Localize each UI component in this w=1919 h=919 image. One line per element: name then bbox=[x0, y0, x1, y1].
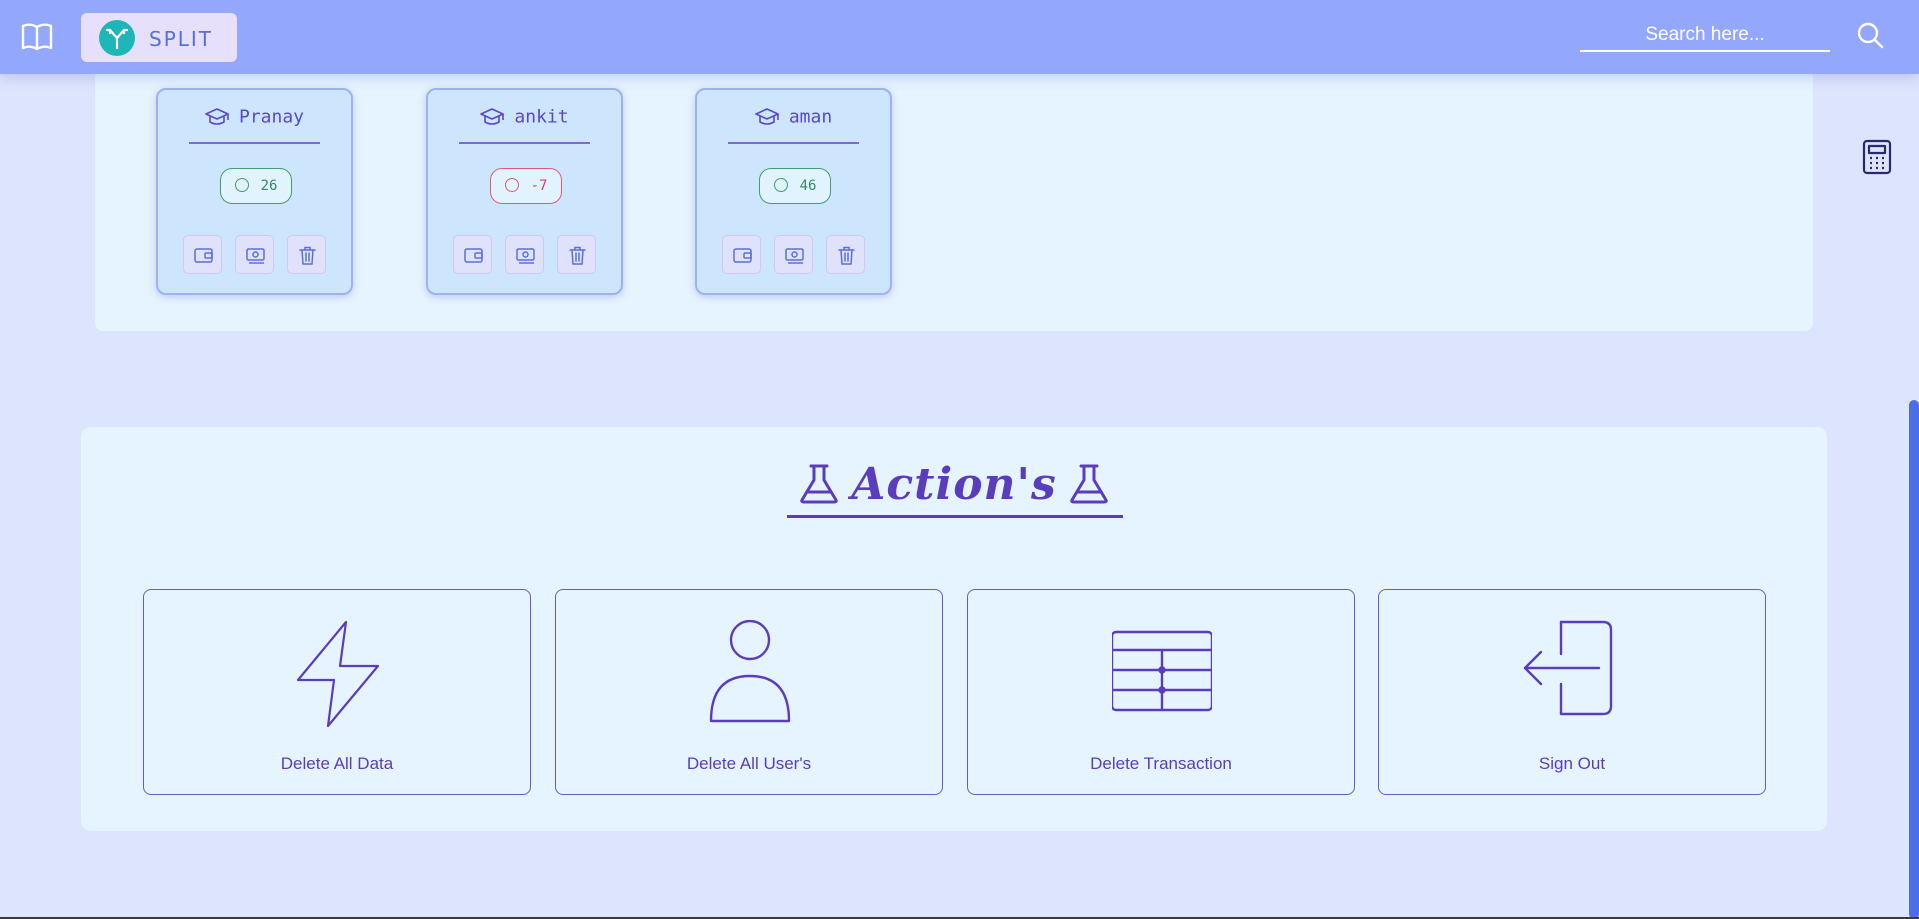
trash-icon bbox=[838, 246, 855, 265]
cash-icon bbox=[246, 248, 265, 264]
wallet-icon bbox=[733, 248, 752, 263]
flask-icon bbox=[1070, 464, 1108, 503]
logo-split-icon bbox=[99, 20, 135, 56]
balance-value: 46 bbox=[799, 178, 817, 194]
trash-icon bbox=[569, 246, 586, 265]
delete-transaction-button[interactable]: Delete Transaction bbox=[967, 589, 1355, 795]
wallet-icon bbox=[194, 248, 213, 263]
actions-title-text: Action's bbox=[851, 459, 1057, 510]
delete-user-button[interactable] bbox=[287, 235, 326, 274]
wallet-button[interactable] bbox=[183, 235, 222, 274]
wallet-button[interactable] bbox=[722, 235, 761, 274]
user-card-header: ankit bbox=[428, 106, 621, 128]
user-card: aman 46 bbox=[695, 88, 892, 295]
heading-underline bbox=[787, 515, 1123, 518]
rupee-coin-icon bbox=[773, 178, 788, 192]
action-label: Delete All User's bbox=[686, 754, 812, 773]
delete-all-users-button[interactable]: Delete All User's bbox=[555, 589, 943, 795]
sign-out-button[interactable]: Sign Out bbox=[1378, 589, 1766, 795]
actions-heading: Action's bbox=[81, 459, 1827, 510]
balance-badge: 26 bbox=[220, 168, 292, 204]
table-icon bbox=[1112, 630, 1212, 712]
balance-badge: -7 bbox=[490, 168, 562, 204]
balance-value: -7 bbox=[530, 178, 548, 194]
balance-badge: 46 bbox=[759, 168, 831, 204]
logo-button[interactable]: SPLIT bbox=[81, 13, 237, 62]
cash-icon bbox=[516, 248, 535, 264]
user-card-header: Pranay bbox=[158, 106, 351, 128]
graduation-cap-icon bbox=[755, 108, 779, 125]
graduation-cap-icon bbox=[205, 108, 229, 125]
user-name: aman bbox=[788, 106, 833, 128]
sign-out-icon bbox=[1523, 620, 1613, 716]
search-icon[interactable] bbox=[1856, 21, 1884, 49]
user-name: ankit bbox=[514, 106, 569, 128]
scrollbar-thumb[interactable] bbox=[1909, 400, 1919, 919]
trash-icon bbox=[299, 246, 316, 265]
graduation-cap-icon bbox=[480, 108, 505, 125]
user-name: Pranay bbox=[238, 106, 305, 128]
calculator-icon[interactable] bbox=[1862, 139, 1892, 175]
user-card: Pranay 26 bbox=[156, 88, 353, 295]
lightning-icon bbox=[296, 620, 380, 728]
cash-button[interactable] bbox=[235, 235, 274, 274]
action-label: Delete All Data bbox=[280, 754, 394, 773]
wallet-button[interactable] bbox=[453, 235, 492, 274]
cash-button[interactable] bbox=[505, 235, 544, 274]
delete-user-button[interactable] bbox=[826, 235, 865, 274]
flask-icon bbox=[800, 464, 838, 503]
delete-user-button[interactable] bbox=[557, 235, 596, 274]
wallet-icon bbox=[464, 248, 483, 263]
cash-button[interactable] bbox=[774, 235, 813, 274]
top-navbar: SPLIT bbox=[0, 0, 1919, 74]
rupee-coin-icon bbox=[504, 178, 519, 192]
cash-icon bbox=[785, 248, 804, 264]
action-label: Sign Out bbox=[1538, 754, 1606, 773]
divider bbox=[459, 142, 590, 144]
actions-panel: Action's Delete All Data Delete All User… bbox=[81, 427, 1827, 831]
rupee-coin-icon bbox=[234, 178, 249, 192]
user-card: ankit -7 bbox=[426, 88, 623, 295]
divider bbox=[728, 142, 859, 144]
user-card-header: aman bbox=[697, 106, 890, 128]
delete-all-data-button[interactable]: Delete All Data bbox=[143, 589, 531, 795]
action-label: Delete Transaction bbox=[1090, 754, 1232, 773]
user-icon bbox=[709, 620, 791, 723]
book-icon[interactable] bbox=[20, 20, 54, 54]
balance-value: 26 bbox=[260, 178, 278, 194]
logo-text: SPLIT bbox=[149, 27, 214, 51]
search-input[interactable] bbox=[1580, 20, 1830, 52]
users-panel: Pranay 26 ankit -7 aman 46 bbox=[95, 40, 1813, 331]
divider bbox=[189, 142, 320, 144]
